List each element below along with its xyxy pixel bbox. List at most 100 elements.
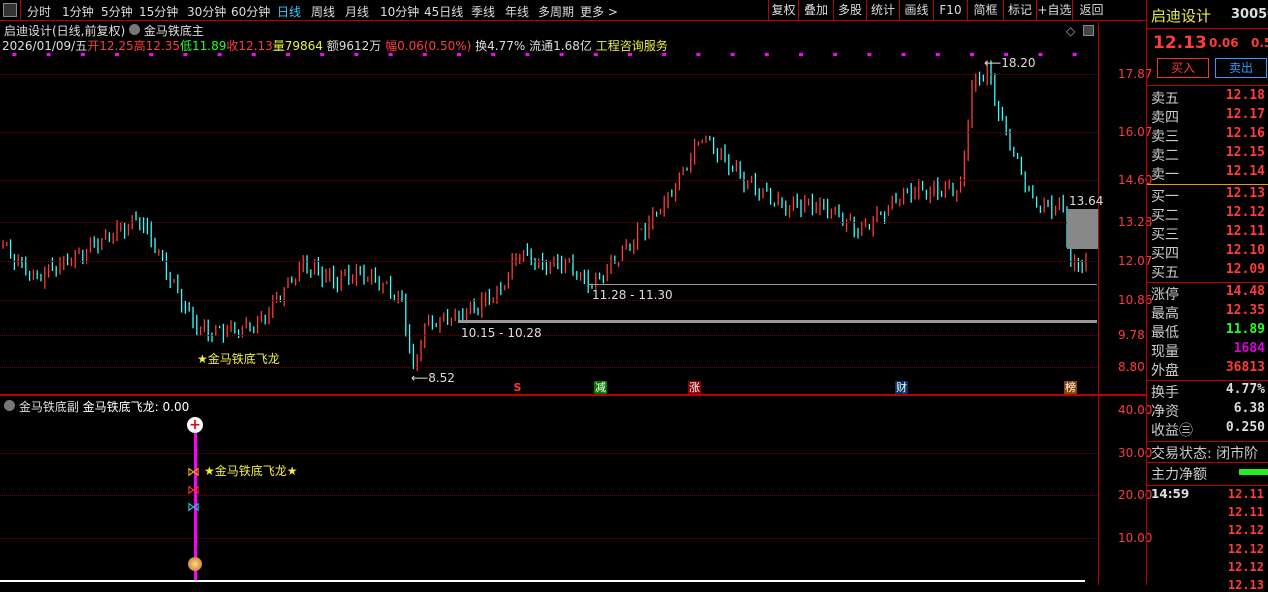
period-tab[interactable]: 更多 > xyxy=(580,3,618,20)
period-tab[interactable]: 周线 xyxy=(311,3,335,20)
high-mark: ⟵18.20 xyxy=(984,56,1036,70)
quote-row: 买一 12.13 xyxy=(1151,186,1265,205)
period-tab[interactable]: 月线 xyxy=(345,3,369,20)
price-axis xyxy=(1098,22,1099,585)
period-tab[interactable]: 日线 xyxy=(277,3,301,20)
last-price: 12.13 xyxy=(1153,33,1207,53)
stock-title: 启迪设计(日线,前复权) xyxy=(4,24,126,38)
top-signal-dot xyxy=(491,53,496,56)
indicator-name[interactable]: 金马铁底主 xyxy=(144,24,204,38)
range-label-1: 11.28 - 11.30 xyxy=(592,288,673,302)
sub-signal-label: ★金马铁底飞龙★ xyxy=(204,464,298,478)
toolbar-button[interactable]: +自选 xyxy=(1036,0,1072,21)
tick-price: 12.12 xyxy=(1227,523,1264,538)
top-signal-dot xyxy=(730,53,735,56)
dropdown-icon[interactable] xyxy=(129,24,141,35)
top-signal-dot xyxy=(867,53,872,56)
top-signal-dot xyxy=(457,53,461,56)
tick-price: 12.11 xyxy=(1227,505,1264,520)
butterfly-red-icon: ⋈ xyxy=(187,483,200,498)
period-tab[interactable]: 60分钟 xyxy=(231,3,270,20)
quote-panel: 启迪设计 300500 12.13 0.06 0.50% 买入 卖出 卖五12.… xyxy=(1146,0,1268,592)
event-rank[interactable]: 榜 xyxy=(1064,381,1077,394)
buy-button[interactable]: 买入 xyxy=(1157,58,1209,78)
toolbar-button[interactable]: 复权 xyxy=(768,0,798,21)
period-tab[interactable]: 10分钟 xyxy=(380,3,419,20)
quote-row: 最高 12.35 xyxy=(1151,303,1265,322)
tick-price: 12.13 xyxy=(1227,578,1264,592)
top-signal-dot xyxy=(354,53,359,56)
low-mark: ⟵8.52 xyxy=(411,371,455,385)
balls-icon xyxy=(188,557,202,571)
event-reduce[interactable]: 减 xyxy=(594,381,607,394)
top-signal-dot xyxy=(46,53,51,56)
top-signal-dot xyxy=(149,53,154,56)
quote-row: 买三 12.11 xyxy=(1151,224,1265,243)
quote-row: 换手 4.77% xyxy=(1151,382,1265,401)
period-tab[interactable]: 5分钟 xyxy=(101,3,133,20)
period-tab[interactable]: 1分钟 xyxy=(62,3,94,20)
event-rise[interactable]: 涨 xyxy=(688,381,701,394)
range-label-2: 10.15 - 10.28 xyxy=(461,326,542,340)
top-signal-dot xyxy=(901,53,906,56)
dropdown-icon[interactable] xyxy=(4,400,15,411)
price-tick: 9.78 xyxy=(1118,328,1145,343)
period-tab[interactable]: 分时 xyxy=(27,3,51,20)
top-signal-dot xyxy=(559,53,564,56)
period-tab[interactable]: 季线 xyxy=(471,3,495,20)
signal-label: ★金马铁底飞龙 xyxy=(197,352,280,366)
period-tab[interactable]: 15分钟 xyxy=(139,3,178,20)
diamond-icon[interactable]: ◇ xyxy=(1066,24,1075,38)
panel-toggle-icon[interactable] xyxy=(1083,25,1094,36)
toolbar-button[interactable]: 统计 xyxy=(866,0,899,21)
pct-change: 0.50% xyxy=(1251,36,1268,50)
toolbar-button[interactable]: 简框 xyxy=(967,0,1003,21)
period-tab[interactable]: 45日线 xyxy=(424,3,463,20)
tick-time: 14:59 xyxy=(1151,487,1190,501)
quote-row: 最低 11.89 xyxy=(1151,322,1265,341)
top-signal-dot xyxy=(696,53,701,56)
plus-icon: + xyxy=(187,417,203,433)
toolbar-button[interactable]: 叠加 xyxy=(798,0,833,21)
tick-price: 12.12 xyxy=(1227,541,1264,556)
sell-button[interactable]: 卖出 xyxy=(1215,58,1267,78)
quote-row: 卖一 12.14 xyxy=(1151,164,1265,183)
toolbar-button[interactable]: 多股 xyxy=(833,0,866,21)
sub-title: 金马铁底副 金马铁底飞龙: 0.00 xyxy=(4,398,189,415)
stock-name: 启迪设计 xyxy=(1151,7,1212,25)
range-line-2 xyxy=(458,320,1097,323)
quote-row: 收益㊂ 0.250 xyxy=(1151,420,1265,439)
toolbar-button[interactable]: 标记 xyxy=(1003,0,1036,21)
toolbar-button[interactable]: 画线 xyxy=(899,0,933,21)
quote-row: 卖五 12.18 xyxy=(1151,88,1265,107)
top-signal-dot xyxy=(286,53,290,56)
trade-status: 交易状态: 闭市阶 xyxy=(1151,446,1259,462)
toolbar-button[interactable]: F10 xyxy=(933,0,967,21)
top-signal-dot xyxy=(593,53,598,56)
top-signal-dot xyxy=(422,53,427,56)
period-tab[interactable]: 年线 xyxy=(505,3,529,20)
layout-toggle-icon[interactable] xyxy=(3,3,17,17)
quote-row: 涨停 14.48 xyxy=(1151,284,1265,303)
last-box-label: 13.64 xyxy=(1069,194,1104,208)
top-signal-dot xyxy=(217,53,222,56)
top-signal-dot xyxy=(388,53,393,56)
top-signal-dot xyxy=(320,53,325,56)
period-tab[interactable]: 30分钟 xyxy=(187,3,226,20)
main-force[interactable]: 主力净额 xyxy=(1151,464,1268,483)
toolbar-button[interactable]: 返回 xyxy=(1072,0,1110,21)
top-signal-dot xyxy=(628,53,632,56)
butterfly-cyan-icon: ⋈ xyxy=(187,500,200,515)
quote-row: 卖四 12.17 xyxy=(1151,107,1265,126)
period-tab[interactable]: 多周期 xyxy=(538,3,574,20)
quote-row: 买二 12.12 xyxy=(1151,205,1265,224)
quote-row: 现量 1684 xyxy=(1151,341,1265,360)
pane-divider[interactable] xyxy=(0,394,1146,396)
event-finance[interactable]: 财 xyxy=(895,381,908,394)
event-s[interactable]: S xyxy=(511,381,524,394)
price-tick: 8.80 xyxy=(1118,359,1145,374)
butterfly-gold-icon: ⋈ xyxy=(187,465,200,480)
top-signal-dot xyxy=(970,53,974,56)
sector-link[interactable]: 工程咨询服务 xyxy=(596,39,668,53)
range-line-1 xyxy=(588,284,1097,285)
